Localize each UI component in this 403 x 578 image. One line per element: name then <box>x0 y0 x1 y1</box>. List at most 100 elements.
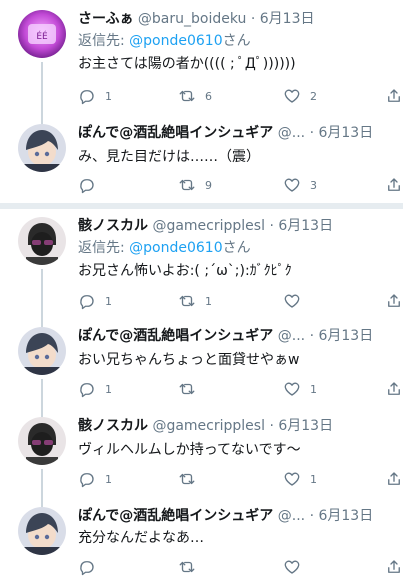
avatar[interactable] <box>18 217 66 265</box>
display-name[interactable]: ぽんで@酒乱絶唱インシュギア <box>78 125 273 141</box>
display-name[interactable]: ぽんで@酒乱絶唱インシュギア <box>78 328 273 344</box>
reply-count: 1 <box>105 472 112 486</box>
share-icon <box>388 178 400 191</box>
separator-dot: · <box>269 218 274 234</box>
reply-prefix: 返信先: <box>78 240 130 256</box>
reply-to-link[interactable]: @ponde0610 <box>129 240 222 256</box>
heart-icon <box>284 178 300 192</box>
tweet-actions: 1 1 <box>78 469 400 489</box>
retweet-button[interactable]: 9 <box>178 175 212 195</box>
retweet-icon <box>179 473 195 485</box>
user-handle[interactable]: @baru_boideku <box>138 11 247 27</box>
separator-dot: · <box>309 508 315 524</box>
retweet-button[interactable] <box>178 557 205 577</box>
share-button[interactable] <box>385 291 403 311</box>
retweet-icon <box>179 90 195 102</box>
display-name[interactable]: 骸ノスカル <box>78 218 148 234</box>
reply-button[interactable]: 1 <box>78 379 112 399</box>
display-name[interactable]: 骸ノスカル <box>78 418 148 434</box>
retweet-button[interactable]: 1 <box>178 291 212 311</box>
share-button[interactable] <box>385 379 403 399</box>
tweet-date[interactable]: 6月13日 <box>318 508 373 524</box>
reply-button[interactable] <box>78 557 105 577</box>
avatar[interactable]: ÉÉ <box>18 10 66 58</box>
reply-count: 1 <box>105 382 112 396</box>
retweet-button[interactable] <box>178 379 205 399</box>
share-button[interactable] <box>385 175 403 195</box>
tweet-text: お主さては陽の者か(((( ; ﾟДﾟ)))))) <box>78 56 296 72</box>
reply-button[interactable]: 1 <box>78 291 112 311</box>
tweet-date[interactable]: 6月13日 <box>260 11 315 27</box>
retweet-icon <box>179 383 195 395</box>
tweet-actions: 1 6 2 <box>78 86 400 106</box>
like-count: 2 <box>310 89 317 103</box>
reply-button[interactable]: 1 <box>78 86 112 106</box>
share-icon <box>388 294 400 307</box>
reply-icon <box>80 90 94 105</box>
reply-to-line: 返信先: @ponde0610さん <box>78 239 251 257</box>
thread-line <box>41 469 43 501</box>
reply-count: 1 <box>105 294 112 308</box>
share-button[interactable] <box>385 469 403 489</box>
heart-icon <box>284 89 300 103</box>
user-handle[interactable]: @... <box>278 125 305 141</box>
separator-dot: · <box>309 328 315 344</box>
avatar[interactable] <box>18 507 66 555</box>
like-button[interactable] <box>283 557 310 577</box>
retweet-icon <box>179 179 195 191</box>
separator-dot: · <box>269 418 274 434</box>
like-button[interactable]: 2 <box>283 86 317 106</box>
reply-icon <box>80 561 94 576</box>
tweet-5[interactable]: 骸ノスカル @gamecripplesl · 6月13日 ヴィルヘルムしか持って… <box>0 409 403 501</box>
tweet-actions: 1 1 <box>78 379 400 399</box>
reply-suffix: さん <box>222 33 251 49</box>
reply-button[interactable] <box>78 175 105 195</box>
reply-to-link[interactable]: @ponde0610 <box>129 33 222 49</box>
tweet-3[interactable]: 骸ノスカル @gamecripplesl · 6月13日 返信先: @ponde… <box>0 209 403 321</box>
retweet-count: 9 <box>205 178 212 192</box>
reply-icon <box>80 179 94 194</box>
thread-line <box>41 62 43 116</box>
like-button[interactable]: 3 <box>283 175 317 195</box>
share-button[interactable] <box>385 557 403 577</box>
like-count: 1 <box>310 382 317 396</box>
reply-to-line: 返信先: @ponde0610さん <box>78 32 251 50</box>
tweet-date[interactable]: 6月13日 <box>318 125 373 141</box>
retweet-button[interactable]: 6 <box>178 86 212 106</box>
tweet-date[interactable]: 6月13日 <box>278 418 333 434</box>
avatar[interactable] <box>18 124 66 172</box>
like-button[interactable]: 1 <box>283 379 317 399</box>
reply-button[interactable]: 1 <box>78 469 112 489</box>
tweet-text: 充分なんだよなあ… <box>78 530 204 546</box>
thread-line <box>41 319 43 327</box>
tweet-text: おい兄ちゃんちょっと面貸せやぁw <box>78 352 300 368</box>
user-handle[interactable]: @... <box>278 328 305 344</box>
separator-dot: · <box>309 125 315 141</box>
like-count: 3 <box>310 178 317 192</box>
user-handle[interactable]: @gamecripplesl <box>152 218 265 234</box>
tweet-date[interactable]: 6月13日 <box>318 328 373 344</box>
display-name[interactable]: ぽんで@酒乱絶唱インシュギア <box>78 508 273 524</box>
tweet-actions: 9 3 <box>78 175 400 195</box>
tweet-date[interactable]: 6月13日 <box>278 218 333 234</box>
separator-dot: · <box>250 11 256 27</box>
tweet-1[interactable]: ÉÉ さーふぁ @baru_boideku · 6月13日 返信先: @pond… <box>0 0 403 116</box>
like-button[interactable]: 1 <box>283 469 317 489</box>
tweet-2[interactable]: ぽんで@酒乱絶唱インシュギア @... · 6月13日 み、見た目だけは……（震… <box>0 114 403 204</box>
user-handle[interactable]: @... <box>278 508 305 524</box>
retweet-button[interactable] <box>178 469 205 489</box>
heart-icon <box>284 294 300 308</box>
tweet-6[interactable]: ぽんで@酒乱絶唱インシュギア @... · 6月13日 充分なんだよなあ… <box>0 499 403 578</box>
avatar[interactable] <box>18 417 66 465</box>
retweet-count: 1 <box>205 294 212 308</box>
display-name[interactable]: さーふぁ <box>78 11 133 27</box>
share-button[interactable] <box>385 86 403 106</box>
tweet-4[interactable]: ぽんで@酒乱絶唱インシュギア @... · 6月13日 おい兄ちゃんちょっと面貸… <box>0 319 403 411</box>
tweet-text: お兄さん怖いよお:( ;´ω`;):ｶﾞｸﾋﾟｸ <box>78 263 292 279</box>
user-handle[interactable]: @gamecripplesl <box>152 418 265 434</box>
avatar[interactable] <box>18 327 66 375</box>
tweet-text: み、見た目だけは……（震） <box>78 149 260 165</box>
thread-line <box>41 269 43 321</box>
thread-line <box>41 114 43 124</box>
like-button[interactable] <box>283 291 310 311</box>
